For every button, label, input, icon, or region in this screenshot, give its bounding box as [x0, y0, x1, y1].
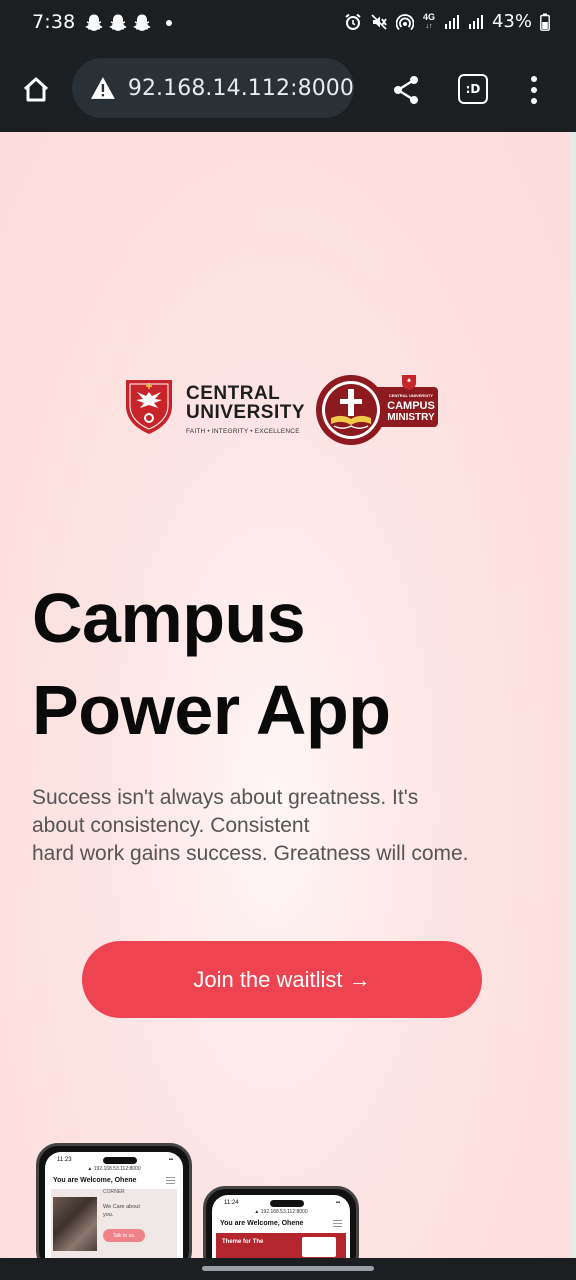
phone-card: CORNER We Care about you. Talk to us. — [51, 1189, 177, 1258]
university-tagline: FAITH • INTEGRITY • EXCELLENCE — [186, 428, 300, 435]
alarm-icon — [345, 13, 361, 30]
snapchat-icon — [133, 14, 151, 31]
phone-welcome-row: You are Welcome, Ohene — [45, 1177, 183, 1184]
hotspot-icon — [395, 13, 414, 30]
menu-dot — [531, 87, 537, 93]
overflow-menu-button[interactable] — [522, 74, 546, 106]
phone-mockup-left: 11:23 ▪▪ ▲ 192.168.53.112:8000 You are W… — [36, 1143, 192, 1258]
phone-welcome-text: You are Welcome, Ohene — [220, 1220, 304, 1227]
web-page: CENTRAL UNIVERSITY FAITH • INTEGRITY • E… — [0, 132, 570, 1258]
phone-screen: 11:23 ▪▪ ▲ 192.168.53.112:8000 You are W… — [45, 1152, 183, 1258]
phone-welcome-text: You are Welcome, Ohene — [53, 1177, 137, 1184]
hero-description: Success isn't always about greatness. It… — [32, 784, 542, 868]
menu-dot — [531, 98, 537, 104]
phone-card-button: Talk to us. — [103, 1229, 145, 1242]
phone-time: 11:23 — [57, 1157, 72, 1163]
gesture-nav-bar — [0, 1258, 576, 1280]
phone-url: ▲ 192.168.53.112:8000 — [254, 1209, 308, 1215]
signal-icon — [444, 14, 459, 29]
notification-icons — [84, 13, 172, 33]
share-button[interactable] — [390, 74, 422, 106]
central-university-crest-icon — [126, 380, 172, 434]
phone-photo — [53, 1197, 97, 1251]
hero-title-line1: Campus — [32, 579, 306, 657]
join-waitlist-button[interactable]: Join the waitlist → — [82, 941, 482, 1018]
menu-dot — [531, 76, 537, 82]
home-gesture-handle[interactable] — [202, 1266, 374, 1271]
snapchat-icon — [85, 14, 103, 31]
ministry-line1: CAMPUS — [387, 400, 435, 412]
snapchat-icon — [109, 14, 127, 31]
phone-time: 11:24 — [224, 1200, 239, 1206]
phone-mockup-right: 11:24 ▪▪ ▲ 192.168.53.112:8000 You are W… — [203, 1186, 359, 1258]
warning-icon[interactable] — [90, 76, 116, 100]
address-bar[interactable]: 92.168.14.112:8000 — [72, 58, 354, 118]
phone-card-text: We Care about you. — [103, 1204, 140, 1218]
phone-card-label: CORNER — [103, 1189, 125, 1195]
hero-text-line1: Success isn't always about greatness. It… — [32, 786, 419, 809]
phone-welcome-row: You are Welcome, Ohene — [212, 1220, 350, 1227]
battery-icon — [540, 13, 550, 31]
hero-title: Campus Power App — [32, 572, 391, 756]
phone-status-bar: 11:23 ▪▪ — [57, 1157, 173, 1164]
hero-text-line3: hard work gains success. Greatness will … — [32, 842, 469, 865]
mute-icon — [371, 13, 387, 30]
hero-text-line2: about consistency. Consistent — [32, 814, 310, 837]
signal-icon — [468, 14, 483, 29]
status-bar: 7:38 4G ↓↑ 43% — [0, 0, 576, 46]
browser-toolbar: 92.168.14.112:8000 :D — [0, 46, 576, 132]
phone-status-bar: 11:24 ▪▪ — [224, 1200, 340, 1207]
phone-banner-text: Theme for The — [222, 1239, 264, 1245]
network-type: 4G ↓↑ — [422, 11, 435, 30]
phone-banner: Theme for The — [216, 1233, 346, 1258]
url-text[interactable]: 92.168.14.112:8000 — [128, 76, 354, 101]
home-button[interactable] — [18, 72, 54, 108]
system-icons: 4G ↓↑ 43% — [344, 11, 550, 32]
phone-url: ▲ 192.168.53.112:8000 — [87, 1166, 141, 1172]
university-name-line2: UNIVERSITY — [186, 402, 306, 423]
status-time: 7:38 — [32, 11, 76, 33]
ministry-small-text: CENTRAL UNIVERSITY — [389, 393, 433, 398]
more-notifications-dot — [166, 20, 172, 26]
hamburger-icon — [166, 1177, 175, 1184]
tabs-button[interactable]: :D — [458, 74, 488, 104]
phone-screen: 11:24 ▪▪ ▲ 192.168.53.112:8000 You are W… — [212, 1195, 350, 1258]
central-university-wordmark: CENTRAL UNIVERSITY FAITH • INTEGRITY • E… — [186, 384, 305, 435]
page-edge — [570, 132, 576, 1258]
home-icon — [23, 77, 49, 102]
share-icon — [394, 76, 418, 104]
campus-ministry-logo-icon: CENTRAL UNIVERSITY CAMPUS MINISTRY — [316, 375, 438, 445]
university-name-line1: CENTRAL — [186, 383, 281, 404]
battery-percent: 43% — [491, 11, 532, 32]
hamburger-icon — [333, 1220, 342, 1227]
hero-title-line2: Power App — [32, 671, 391, 749]
ministry-line2: MINISTRY — [387, 412, 435, 423]
logo-row: CENTRAL UNIVERSITY FAITH • INTEGRITY • E… — [124, 372, 444, 446]
